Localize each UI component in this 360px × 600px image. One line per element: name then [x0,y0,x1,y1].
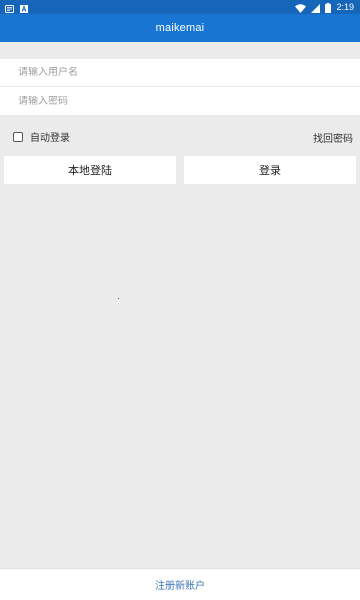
status-time: 2:19 [336,2,354,12]
local-login-button[interactable]: 本地登陆 [4,156,176,184]
username-row [0,59,360,87]
auto-login-label: 自动登录 [30,133,70,144]
register-link[interactable]: 注册新账户 [155,577,205,592]
password-input[interactable] [18,95,348,107]
options-row: 自动登录 找回密码 [0,127,360,145]
login-screen: 2:19 maikemai 自动登录 找回密码 本地登陆 登录 注册新账户 [0,0,360,600]
status-right-icons: 2:19 [295,1,354,13]
forgot-password-link[interactable]: 找回密码 [313,130,353,145]
app-bar: maikemai [0,14,360,42]
stray-dot [118,298,119,299]
auto-login-toggle[interactable]: 自动登录 [13,129,70,144]
auto-login-checkbox[interactable] [13,131,23,142]
bottom-bar: 注册新账户 [0,568,360,600]
app-title: maikemai [155,22,205,34]
login-button[interactable]: 登录 [184,156,356,184]
status-bar: 2:19 [0,0,360,14]
status-left-icons [5,2,28,13]
username-input[interactable] [18,67,348,78]
password-row [0,87,360,115]
